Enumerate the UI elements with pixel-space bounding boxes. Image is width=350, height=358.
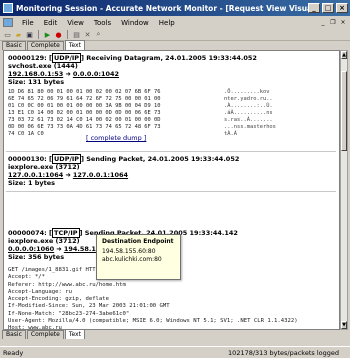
- hex-dump: 1D D6 81 80 00 01 00 01 00 02 00 02 07 6…: [8, 89, 276, 138]
- toolbar-separator: [67, 30, 68, 39]
- divider: [6, 151, 336, 152]
- tab-basic[interactable]: Basic: [2, 330, 26, 339]
- packet-size: Size: 131 bytes: [8, 78, 65, 86]
- menu-help[interactable]: Help: [154, 19, 180, 27]
- packet-event: Receiving Datagram, 24.01.2005 19:33:44.…: [86, 54, 257, 62]
- tab-complete[interactable]: Complete: [26, 330, 64, 339]
- hex-bytes: 1D D6 81 80 00 01 00 01 00 02 00 02 07 6…: [8, 89, 161, 137]
- start-icon[interactable]: ▶: [43, 30, 52, 39]
- app-icon: [3, 3, 13, 13]
- tab-text[interactable]: Text: [64, 329, 85, 339]
- complete-dump-link[interactable]: [ complete dump ]: [86, 134, 146, 142]
- packet-log-view[interactable]: 00000129: [UDP/IP] Receiving Datagram, 2…: [3, 50, 340, 330]
- packet-id: 00000129:: [8, 54, 47, 62]
- destination-endpoint[interactable]: 127.0.0.1:1064: [73, 171, 128, 179]
- status-bar: Ready 102178/313 bytes/packets logged: [0, 346, 350, 358]
- tab-complete[interactable]: Complete: [26, 41, 64, 50]
- source-endpoint[interactable]: 127.0.0.1:1064: [8, 171, 63, 179]
- filter-icon[interactable]: ▤: [72, 30, 81, 39]
- window-title: Monitoring Session - Accurate Network Mo…: [16, 3, 308, 13]
- tooltip-ip: 194.58.155.60:80: [102, 248, 156, 255]
- view-tabs-top: Basic Complete Text: [2, 40, 86, 50]
- tooltip-title: Destination Endpoint: [102, 238, 174, 245]
- bytes-logged: 102178/313 bytes/packets logged: [228, 348, 339, 357]
- save-icon[interactable]: ▣: [25, 30, 34, 39]
- view-tabs-bottom: Basic Complete Text: [2, 329, 86, 339]
- packet-entry: 00000129: [UDP/IP] Receiving Datagram, 2…: [8, 53, 276, 142]
- arrow-icon: ➜: [65, 70, 71, 78]
- menu-edit[interactable]: Edit: [39, 19, 63, 27]
- source-endpoint[interactable]: 192.168.0.1:53: [8, 70, 63, 78]
- arrow-icon: ➜: [56, 245, 62, 253]
- packet-header: 00000129: [UDP/IP] Receiving Datagram, 2…: [8, 53, 257, 63]
- document-icon[interactable]: [3, 18, 13, 27]
- toolbar-separator: [38, 30, 39, 39]
- menu-file[interactable]: File: [17, 19, 39, 27]
- tab-text[interactable]: Text: [64, 40, 85, 50]
- packet-size: Size: 1 bytes: [8, 179, 56, 187]
- source-endpoint[interactable]: 0.0.0.0:1060: [8, 245, 54, 253]
- new-icon[interactable]: ▭: [3, 30, 12, 39]
- minimize-button[interactable]: _: [308, 3, 320, 13]
- toolbar: ▭ ▰ ▣ ▶ ● ▤ ✕ ⌕: [0, 29, 350, 41]
- scroll-down-icon[interactable]: ▼: [341, 321, 347, 329]
- open-folder-icon[interactable]: ▰: [14, 30, 23, 39]
- destination-endpoint[interactable]: 0.0.0.0:1042: [73, 70, 119, 78]
- clear-icon[interactable]: ✕: [83, 30, 92, 39]
- divider: [6, 191, 336, 192]
- search-icon[interactable]: ⌕: [94, 30, 103, 39]
- process-name: iexplore.exe (3712): [8, 163, 80, 171]
- ascii-bytes: .Ö.........kov nter.yadro.ru.. .À.......…: [224, 89, 276, 137]
- status-text: Ready: [3, 348, 24, 357]
- tooltip-host: abc.kulichki.com:80: [102, 256, 162, 263]
- packet-event: Sending Packet, 24.01.2005 19:33:44.052: [86, 155, 240, 163]
- arrow-icon: ➜: [65, 171, 71, 179]
- packet-entry: 00000130: [UDP/IP] Sending Packet, 24.01…: [8, 154, 240, 187]
- stop-icon[interactable]: ●: [54, 30, 63, 39]
- mdi-close-icon[interactable]: ×: [339, 19, 347, 27]
- packet-header: 00000130: [UDP/IP] Sending Packet, 24.01…: [8, 154, 240, 164]
- mdi-minimize-icon[interactable]: _: [319, 19, 327, 27]
- menu-bar: File Edit View Tools Window Help _ ❐ ×: [0, 16, 350, 29]
- scroll-thumb[interactable]: [341, 71, 347, 151]
- maximize-button[interactable]: □: [322, 3, 334, 13]
- title-bar: Monitoring Session - Accurate Network Mo…: [0, 0, 350, 16]
- menu-view[interactable]: View: [62, 19, 89, 27]
- menu-tools[interactable]: Tools: [89, 19, 116, 27]
- packet-id: 00000074:: [8, 229, 47, 237]
- packet-id: 00000130:: [8, 155, 47, 163]
- tab-basic[interactable]: Basic: [2, 41, 26, 50]
- process-name: svchost.exe (1444): [8, 62, 78, 70]
- mdi-restore-icon[interactable]: ❐: [329, 19, 337, 27]
- scroll-up-icon[interactable]: ▲: [341, 51, 347, 59]
- vertical-scrollbar[interactable]: ▲ ▼: [340, 50, 348, 330]
- menu-window[interactable]: Window: [116, 19, 154, 27]
- close-button[interactable]: ×: [336, 3, 348, 13]
- endpoint-tooltip: Destination Endpoint 194.58.155.60:80 ab…: [96, 234, 181, 280]
